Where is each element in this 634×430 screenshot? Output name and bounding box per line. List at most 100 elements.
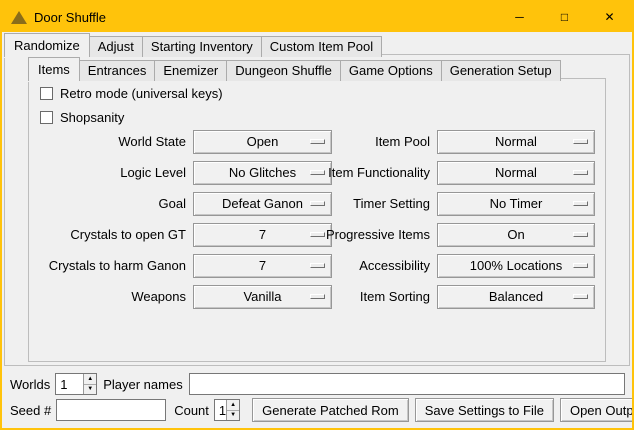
titlebar: Door Shuffle ─ □ ✕ — [2, 2, 632, 32]
logic-level-label: Logic Level — [36, 165, 193, 180]
save-settings-button[interactable]: Save Settings to File — [415, 398, 554, 422]
retro-mode-label: Retro mode (universal keys) — [60, 86, 223, 101]
worlds-row: Worlds 1 ▲ ▼ Player names — [10, 373, 625, 395]
options-column-left: World State Open Logic Level No Glitches… — [36, 126, 332, 312]
weapons-dropdown[interactable]: Vanilla — [193, 285, 332, 309]
count-spin-down-button[interactable]: ▼ — [227, 410, 239, 421]
shopsanity-checkbox[interactable] — [40, 111, 53, 124]
seed-input[interactable] — [56, 399, 166, 421]
tab-adjust[interactable]: Adjust — [89, 36, 143, 57]
spin-up-icon: ▲ — [87, 376, 93, 382]
window-title: Door Shuffle — [34, 10, 106, 25]
open-output-directory-button[interactable]: Open Output Directory — [560, 398, 634, 422]
crystals-open-gt-label: Crystals to open GT — [36, 227, 193, 242]
tab-enemizer[interactable]: Enemizer — [154, 60, 227, 81]
tab-game-options[interactable]: Game Options — [340, 60, 442, 81]
weapons-row: Weapons Vanilla — [36, 281, 332, 312]
tab-generation-setup[interactable]: Generation Setup — [441, 60, 561, 81]
close-icon: ✕ — [604, 10, 614, 24]
goal-dropdown[interactable]: Defeat Ganon — [193, 192, 332, 216]
crystals-open-gt-row: Crystals to open GT 7 — [36, 219, 332, 250]
options-column-right: Item Pool Normal Item Functionality Norm… — [318, 126, 595, 312]
item-sorting-dropdown[interactable]: Balanced — [437, 285, 595, 309]
app-icon — [11, 11, 27, 24]
accessibility-label: Accessibility — [318, 258, 437, 273]
goal-row: Goal Defeat Ganon — [36, 188, 332, 219]
dropdown-indicator-icon — [573, 232, 588, 237]
tab-custom-item-pool[interactable]: Custom Item Pool — [261, 36, 382, 57]
crystals-harm-ganon-value: 7 — [259, 258, 266, 273]
crystals-harm-ganon-dropdown[interactable]: 7 — [193, 254, 332, 278]
close-button[interactable]: ✕ — [587, 2, 632, 32]
worlds-label: Worlds — [10, 377, 50, 392]
window-controls: ─ □ ✕ — [497, 2, 632, 32]
spin-down-icon: ▼ — [87, 386, 93, 392]
world-state-label: World State — [36, 134, 193, 149]
crystals-harm-ganon-row: Crystals to harm Ganon 7 — [36, 250, 332, 281]
spin-up-icon: ▲ — [230, 402, 236, 408]
seed-label: Seed # — [10, 403, 51, 418]
logic-level-value: No Glitches — [229, 165, 296, 180]
player-names-label: Player names — [103, 377, 182, 392]
goal-value: Defeat Ganon — [222, 196, 303, 211]
crystals-open-gt-value: 7 — [259, 227, 266, 242]
count-spin-up-button[interactable]: ▲ — [227, 400, 239, 410]
progressive-items-row: Progressive Items On — [318, 219, 595, 250]
shopsanity-row: Shopsanity — [40, 110, 124, 125]
worlds-spin-down-button[interactable]: ▼ — [84, 384, 96, 395]
count-label: Count — [174, 403, 209, 418]
item-pool-dropdown[interactable]: Normal — [437, 130, 595, 154]
dropdown-indicator-icon — [573, 294, 588, 299]
spin-down-icon: ▼ — [230, 412, 236, 418]
count-value: 1 — [215, 400, 226, 420]
crystals-harm-ganon-label: Crystals to harm Ganon — [36, 258, 193, 273]
item-functionality-value: Normal — [495, 165, 537, 180]
item-sorting-value: Balanced — [489, 289, 543, 304]
crystals-open-gt-dropdown[interactable]: 7 — [193, 223, 332, 247]
tab-items[interactable]: Items — [28, 57, 80, 81]
accessibility-dropdown[interactable]: 100% Locations — [437, 254, 595, 278]
generate-patched-rom-button[interactable]: Generate Patched Rom — [252, 398, 409, 422]
weapons-value: Vanilla — [243, 289, 281, 304]
retro-mode-row: Retro mode (universal keys) — [40, 86, 223, 101]
minimize-button[interactable]: ─ — [497, 2, 542, 32]
logic-level-dropdown[interactable]: No Glitches — [193, 161, 332, 185]
tab-randomize[interactable]: Randomize — [4, 33, 90, 57]
primary-tabs: Randomize Adjust Starting Inventory Cust… — [4, 33, 381, 57]
item-pool-row: Item Pool Normal — [318, 126, 595, 157]
tab-starting-inventory[interactable]: Starting Inventory — [142, 36, 262, 57]
worlds-spin-up-button[interactable]: ▲ — [84, 374, 96, 384]
dropdown-indicator-icon — [573, 170, 588, 175]
dropdown-indicator-icon — [573, 139, 588, 144]
accessibility-value: 100% Locations — [470, 258, 563, 273]
secondary-tabs: Items Entrances Enemizer Dungeon Shuffle… — [28, 57, 560, 81]
maximize-icon: □ — [561, 10, 568, 24]
seed-row: Seed # Count 1 ▲ ▼ Generate Patched Rom … — [10, 398, 625, 422]
worlds-spinbox[interactable]: 1 ▲ ▼ — [55, 373, 97, 395]
count-spinbox[interactable]: 1 ▲ ▼ — [214, 399, 240, 421]
item-pool-label: Item Pool — [318, 134, 437, 149]
timer-setting-dropdown[interactable]: No Timer — [437, 192, 595, 216]
weapons-label: Weapons — [36, 289, 193, 304]
timer-setting-label: Timer Setting — [318, 196, 437, 211]
retro-mode-checkbox[interactable] — [40, 87, 53, 100]
maximize-button[interactable]: □ — [542, 2, 587, 32]
timer-setting-value: No Timer — [490, 196, 543, 211]
world-state-row: World State Open — [36, 126, 332, 157]
door-shuffle-window: Door Shuffle ─ □ ✕ Randomize Adjust Star… — [0, 0, 634, 430]
progressive-items-dropdown[interactable]: On — [437, 223, 595, 247]
minimize-icon: ─ — [515, 10, 524, 24]
accessibility-row: Accessibility 100% Locations — [318, 250, 595, 281]
tab-entrances[interactable]: Entrances — [79, 60, 156, 81]
dropdown-indicator-icon — [573, 201, 588, 206]
world-state-dropdown[interactable]: Open — [193, 130, 332, 154]
item-functionality-label: Item Functionality — [318, 165, 437, 180]
world-state-value: Open — [247, 134, 279, 149]
item-functionality-row: Item Functionality Normal — [318, 157, 595, 188]
dropdown-indicator-icon — [573, 263, 588, 268]
shopsanity-label: Shopsanity — [60, 110, 124, 125]
player-names-input[interactable] — [189, 373, 625, 395]
item-functionality-dropdown[interactable]: Normal — [437, 161, 595, 185]
progressive-items-value: On — [507, 227, 524, 242]
tab-dungeon-shuffle[interactable]: Dungeon Shuffle — [226, 60, 341, 81]
